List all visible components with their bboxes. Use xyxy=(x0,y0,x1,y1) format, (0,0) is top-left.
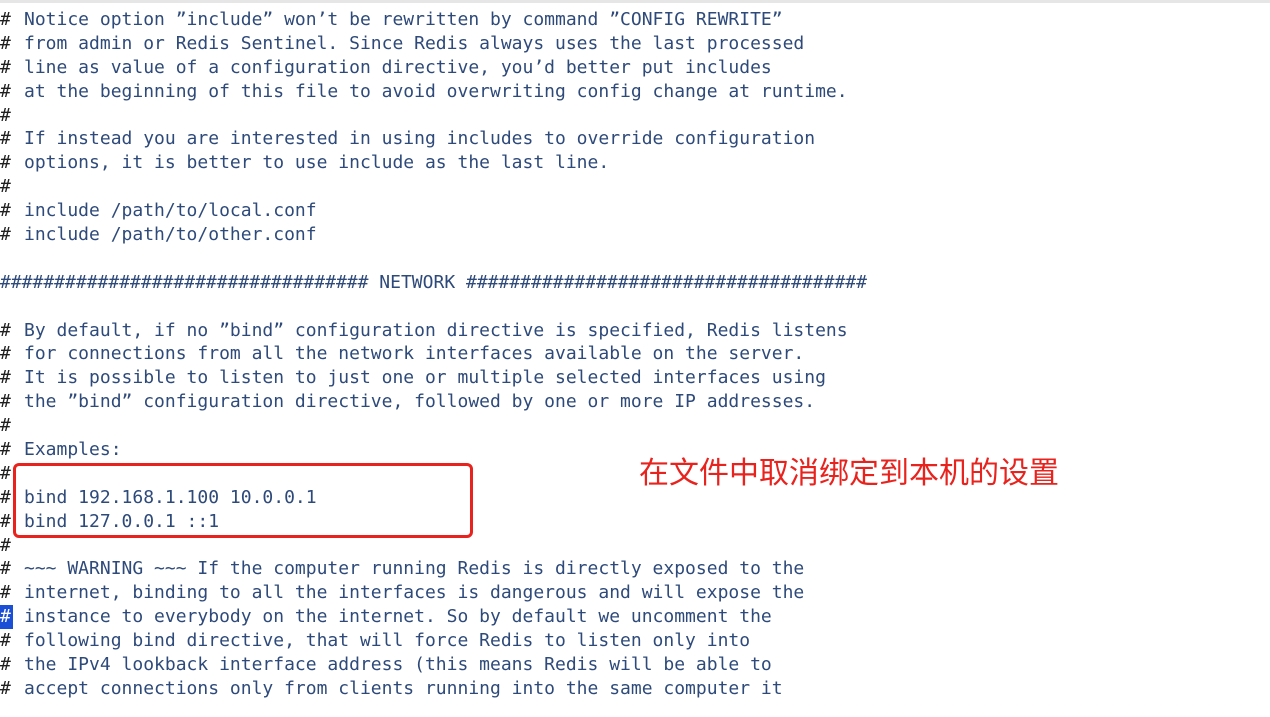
line-text: internet, binding to all the interfaces … xyxy=(24,582,805,604)
comment-marker: # xyxy=(0,415,11,437)
comment-marker: # xyxy=(0,128,11,150)
editor-line[interactable]: # It is possible to listen to just one or… xyxy=(0,366,1270,390)
editor-line[interactable] xyxy=(0,247,1270,271)
comment-marker: # xyxy=(0,56,11,78)
editor-line[interactable]: # Notice option ”include” won’t be rewrit… xyxy=(0,8,1270,32)
comment-marker: # xyxy=(0,677,11,699)
comment-marker: # xyxy=(0,343,11,365)
comment-marker: # xyxy=(0,510,11,532)
comment-marker: # xyxy=(0,319,11,341)
comment-marker: # xyxy=(0,582,11,604)
comment-marker: # xyxy=(0,104,11,126)
editor-line[interactable]: # instance to everybody on the internet. … xyxy=(0,605,1270,630)
editor-line[interactable]: # line as value of a configuration direct… xyxy=(0,56,1270,80)
comment-marker: # xyxy=(0,630,11,652)
editor-line[interactable]: # include /path/to/other.conf xyxy=(0,223,1270,247)
comment-marker: # xyxy=(0,654,11,676)
comment-marker: # xyxy=(0,439,11,461)
editor-line[interactable]: # internet, binding to all the interfaces… xyxy=(0,581,1270,605)
line-text: If instead you are interested in using i… xyxy=(24,128,816,150)
line-text: include /path/to/local.conf xyxy=(24,200,317,222)
line-text: following bind directive, that will forc… xyxy=(24,630,751,652)
line-text: accept connections only from clients run… xyxy=(24,677,783,699)
line-text: the IPv4 lookback interface address (thi… xyxy=(24,654,772,676)
annotation-text: 在文件中取消绑定到本机的设置 xyxy=(639,456,1059,491)
editor-line[interactable]: # By default, if no ”bind” configuration … xyxy=(0,319,1270,343)
line-text: at the beginning of this file to avoid o… xyxy=(24,80,848,102)
editor-line[interactable]: # for connections from all the network in… xyxy=(0,342,1270,366)
line-text: It is possible to listen to just one or … xyxy=(24,367,826,389)
editor-line[interactable]: # accept connections only from clients ru… xyxy=(0,677,1270,701)
window-top-border xyxy=(0,0,1270,3)
editor-line[interactable]: # xyxy=(0,414,1270,438)
line-text: from admin or Redis Sentinel. Since Redi… xyxy=(24,32,805,54)
editor-line[interactable]: # If instead you are interested in using … xyxy=(0,127,1270,151)
text-editor[interactable]: # Notice option ”include” won’t be rewrit… xyxy=(0,0,1270,717)
editor-line[interactable]: # Examples: xyxy=(0,438,1270,462)
editor-line[interactable]: # options, it is better to use include as… xyxy=(0,151,1270,175)
comment-marker: # xyxy=(0,9,11,30)
line-text: ################################## NETWO… xyxy=(0,271,867,293)
editor-line[interactable]: # xyxy=(0,104,1270,128)
comment-marker: # xyxy=(0,534,11,556)
comment-marker: # xyxy=(0,176,11,198)
editor-line[interactable] xyxy=(0,295,1270,319)
comment-marker: # xyxy=(0,80,11,102)
line-text: line as value of a configuration directi… xyxy=(24,56,772,78)
highlight-box xyxy=(13,463,473,538)
editor-line[interactable]: # ~~~ WARNING ~~~ If the computer running… xyxy=(0,557,1270,581)
comment-marker: # xyxy=(0,367,11,389)
editor-line[interactable]: # at the beginning of this file to avoid … xyxy=(0,80,1270,104)
line-text: for connections from all the network int… xyxy=(24,343,805,365)
editor-line[interactable]: # the ”bind” configuration directive, fol… xyxy=(0,390,1270,414)
comment-marker: # xyxy=(0,32,11,54)
editor-content[interactable]: # Notice option ”include” won’t be rewrit… xyxy=(0,8,1270,701)
comment-marker: # xyxy=(0,152,11,174)
editor-line[interactable]: ################################## NETWO… xyxy=(0,271,1270,295)
editor-line[interactable]: # from admin or Redis Sentinel. Since Red… xyxy=(0,32,1270,56)
line-text: options, it is better to use include as … xyxy=(24,152,610,174)
line-text: include /path/to/other.conf xyxy=(24,224,317,246)
comment-marker: # xyxy=(0,224,11,246)
editor-line[interactable]: # include /path/to/local.conf xyxy=(0,199,1270,223)
line-text: By default, if no ”bind” configuration d… xyxy=(24,319,848,341)
line-text: instance to everybody on the internet. S… xyxy=(24,606,772,628)
line-text: Examples: xyxy=(24,439,122,461)
comment-marker: # xyxy=(0,558,11,580)
comment-marker: # xyxy=(0,486,11,508)
text-cursor: # xyxy=(0,605,13,630)
editor-line[interactable]: # following bind directive, that will for… xyxy=(0,629,1270,653)
line-text: the ”bind” configuration directive, foll… xyxy=(24,391,816,413)
comment-marker: # xyxy=(0,200,11,222)
comment-marker: # xyxy=(0,462,11,484)
editor-line[interactable]: # the IPv4 lookback interface address (th… xyxy=(0,653,1270,677)
line-text: ~~~ WARNING ~~~ If the computer running … xyxy=(24,558,805,580)
line-text: Notice option ”include” won’t be rewritt… xyxy=(24,9,783,30)
comment-marker: # xyxy=(0,391,11,413)
editor-line[interactable]: # xyxy=(0,175,1270,199)
